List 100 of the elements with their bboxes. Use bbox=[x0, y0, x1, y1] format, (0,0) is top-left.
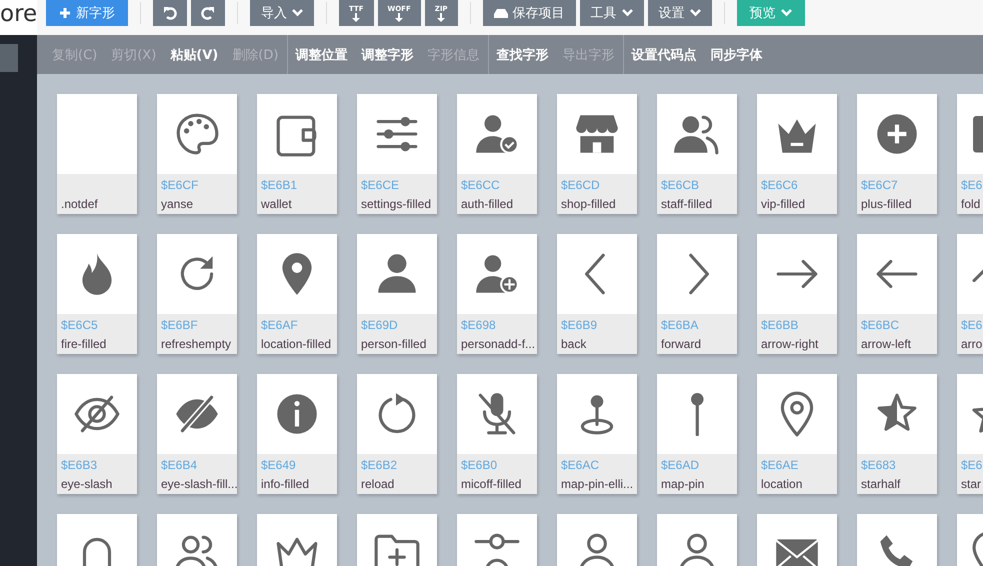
dropdown-button[interactable]: 工具 bbox=[580, 0, 644, 26]
glyph-card[interactable]: $E6C7 plus-filled bbox=[857, 94, 937, 214]
glyph-name: forward bbox=[661, 336, 702, 353]
glyph-code: $E6B0 bbox=[461, 457, 498, 474]
dropdown-button[interactable]: 导入 bbox=[250, 0, 314, 26]
glyph-card[interactable]: $E6B3 eye-slash bbox=[57, 374, 137, 494]
glyph-card[interactable]: $E6BC arrow-left bbox=[857, 234, 937, 354]
glyph-card[interactable]: $E6AC map-pin-elli... bbox=[557, 374, 637, 494]
glyph-code: $E6AC bbox=[561, 457, 600, 474]
undo-button[interactable] bbox=[153, 0, 187, 26]
glyph-card[interactable]: $E6B1 wallet bbox=[257, 94, 337, 214]
save-button[interactable]: 保存项目 bbox=[482, 0, 576, 26]
glyph-name: reload bbox=[361, 476, 396, 493]
glyph-card[interactable]: $E6CD shop-filled bbox=[557, 94, 637, 214]
glyph-code: $E6AD bbox=[661, 457, 700, 474]
glyph-card[interactable]: $E6BF refreshempty bbox=[157, 234, 237, 354]
glyph-code: $E6CC bbox=[461, 177, 501, 194]
glyph-card[interactable]: $E6BB arrow-right bbox=[757, 234, 837, 354]
glyph-code: $E6BB bbox=[761, 317, 800, 334]
glyph-name: map-pin-elli... bbox=[561, 476, 633, 493]
glyph-name: location bbox=[761, 476, 804, 493]
glyph-code: $E69D bbox=[361, 317, 399, 334]
glyph-name: .notdef bbox=[61, 196, 99, 213]
glyph-code: $E6AF bbox=[261, 317, 299, 334]
glyph-name: info-filled bbox=[261, 476, 310, 493]
glyph-card[interactable]: $E6CE settings-filled bbox=[357, 94, 437, 214]
glyph-code: $E6CB bbox=[661, 177, 700, 194]
glyph-code: $E6CE bbox=[361, 177, 400, 194]
glyph-code: $E6CD bbox=[561, 177, 601, 194]
download-arrow-icon bbox=[437, 12, 446, 22]
glyph-card[interactable]: $E6AD map-pin bbox=[657, 374, 737, 494]
glyph-name: fold bbox=[961, 196, 979, 213]
plus-icon bbox=[59, 7, 71, 19]
edit-menu-item[interactable]: 设置代码点 bbox=[624, 46, 704, 64]
glyph-name: map-pin bbox=[661, 476, 706, 493]
glyph-code: $E6B9 bbox=[561, 317, 598, 334]
glyph-name: settings-filled bbox=[361, 196, 432, 213]
glyph-code: $E6B3 bbox=[61, 457, 98, 474]
glyph-card[interactable]: $E683 starhalf bbox=[857, 374, 937, 494]
app-logo-text: ore bbox=[0, 0, 37, 35]
glyph-name: wallet bbox=[261, 196, 293, 213]
glyph-card[interactable]: $E6CC auth-filled bbox=[457, 94, 537, 214]
chevron-down-icon bbox=[292, 9, 303, 17]
glyph-card[interactable]: $E6 star bbox=[957, 374, 983, 494]
chevron-down-icon bbox=[780, 9, 792, 17]
glyph-code: $E6BA bbox=[661, 317, 700, 334]
glyph-card[interactable]: $E6C5 fire-filled bbox=[57, 234, 137, 354]
glyph-card[interactable]: $E698 personadd-f... bbox=[457, 234, 537, 354]
glyph-name: plus-filled bbox=[861, 196, 913, 213]
glyph-card[interactable]: $E6B4 eye-slash-fill... bbox=[157, 374, 237, 494]
glyph-code: $E6AE bbox=[761, 457, 800, 474]
glyph-card[interactable]: $E6 fold bbox=[957, 94, 983, 214]
glyph-card[interactable]: $E6CB staff-filled bbox=[657, 94, 737, 214]
glyph-name: back bbox=[561, 336, 588, 353]
glyph-card[interactable]: $E6B0 micoff-filled bbox=[457, 374, 537, 494]
glyph-card[interactable]: $E6C6 vip-filled bbox=[757, 94, 837, 214]
glyph-code: $E6B1 bbox=[261, 177, 298, 194]
glyph-card[interactable]: $E6AE location bbox=[757, 374, 837, 494]
edit-menu-item[interactable]: 调整字形 bbox=[354, 46, 420, 64]
glyph-card[interactable]: $E6CF yanse bbox=[157, 94, 237, 214]
glyph-card[interactable]: $E6BA forward bbox=[657, 234, 737, 354]
glyph-name: refreshempty bbox=[161, 336, 232, 353]
glyph-name: fire-filled bbox=[61, 336, 108, 353]
glyph-name: vip-filled bbox=[761, 196, 806, 213]
glyph-name: shop-filled bbox=[561, 196, 617, 213]
glyph-name: personadd-f... bbox=[461, 336, 533, 353]
glyph-card[interactable]: .notdef bbox=[57, 94, 137, 214]
edit-menu-item[interactable]: 调整位置 bbox=[288, 46, 354, 64]
edit-menu-item[interactable]: 查找字形 bbox=[489, 46, 556, 64]
dropdown-button[interactable]: 设置 bbox=[648, 0, 712, 26]
glyph-name: yanse bbox=[161, 196, 194, 213]
glyph-name: eye-slash bbox=[61, 476, 114, 493]
redo-icon bbox=[201, 6, 215, 20]
glyph-card[interactable]: $E6B9 back bbox=[557, 234, 637, 354]
glyph-card[interactable]: $E6B2 reload bbox=[357, 374, 437, 494]
glyph-name: micoff-filled bbox=[461, 476, 522, 493]
pushpin-icon bbox=[690, 392, 704, 436]
glyph-name: arrow-left bbox=[861, 336, 912, 353]
glyph-name: staff-filled bbox=[661, 196, 714, 213]
glyph-code: $E6B4 bbox=[161, 457, 198, 474]
chevron-down-icon bbox=[622, 9, 633, 17]
glyph-name: auth-filled bbox=[461, 196, 514, 213]
glyph-name: person-filled bbox=[361, 336, 428, 353]
glyph-name: starhalf bbox=[861, 476, 902, 493]
drive-icon bbox=[494, 8, 508, 18]
glyph-card[interactable]: $E69D person-filled bbox=[357, 234, 437, 354]
redo-button[interactable] bbox=[191, 0, 225, 26]
glyph-card[interactable]: $E6 arro bbox=[957, 234, 983, 354]
glyph-card[interactable]: $E649 info-filled bbox=[257, 374, 337, 494]
download-arrow-icon bbox=[352, 12, 360, 22]
glyph-name: star bbox=[961, 476, 979, 493]
glyph-code: $E6B2 bbox=[361, 457, 398, 474]
glyph-code: $E6C6 bbox=[761, 177, 799, 194]
glyph-code: $E6C7 bbox=[861, 177, 899, 194]
undo-icon bbox=[163, 6, 177, 20]
edit-menu-item[interactable]: 同步字体 bbox=[703, 46, 770, 64]
chevron-down-icon bbox=[690, 9, 701, 17]
edit-menu-item[interactable]: 粘贴(V) bbox=[163, 46, 226, 64]
glyph-card[interactable]: $E6AF location-filled bbox=[257, 234, 337, 354]
glyph-code: $E649 bbox=[261, 457, 297, 474]
